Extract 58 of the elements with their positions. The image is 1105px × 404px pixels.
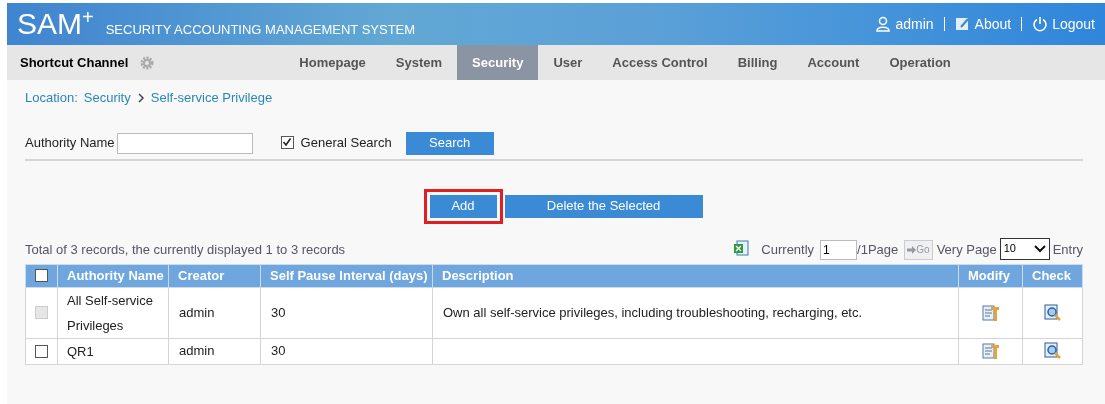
checkbox[interactable] xyxy=(280,135,294,149)
search-button[interactable]: Search xyxy=(405,131,494,155)
checkbox[interactable] xyxy=(35,269,48,282)
table-cell: admin xyxy=(168,287,261,338)
gear-icon[interactable] xyxy=(140,55,155,70)
column-header: Description xyxy=(432,264,959,287)
spreadsheet-icon[interactable] xyxy=(733,239,750,256)
per-page-label: Very Page xyxy=(936,241,997,259)
column-header: Authority Name xyxy=(57,264,169,287)
currently-label: Currently xyxy=(761,241,815,259)
magnifier-document-icon[interactable] xyxy=(1043,342,1062,360)
nav-tab[interactable]: Billing xyxy=(722,45,793,80)
table-cell: Own all self-service privileges, including troubleshooting, recharging, etc. xyxy=(432,287,959,338)
chevron-icon xyxy=(136,92,145,103)
nav-tab[interactable]: Access Control xyxy=(597,45,723,80)
field-label: Authority Name xyxy=(25,134,115,153)
power-icon xyxy=(1032,16,1049,32)
nav-tab[interactable]: Operation xyxy=(874,45,966,80)
user-icon xyxy=(875,16,892,32)
records-summary: Total of 3 records, the currently displayed 1 to 3 records xyxy=(25,241,346,259)
nav-tab[interactable]: Account xyxy=(792,45,875,80)
entry-label: Entry xyxy=(1052,241,1083,259)
magnifier-document-icon[interactable] xyxy=(1043,303,1062,322)
chevron-down-icon xyxy=(1033,244,1046,253)
page-field[interactable]: 1 xyxy=(820,239,858,260)
breadcrumb-link[interactable]: Security xyxy=(83,88,131,108)
table-cell: 30 xyxy=(260,338,433,364)
nav-tab[interactable]: System xyxy=(380,45,458,80)
system-name: SECURITY ACCOUNTING MANAGEMENT SYSTEM xyxy=(105,21,416,40)
nav-tab[interactable]: Homepage xyxy=(284,45,381,80)
per-page-select[interactable]: 10 xyxy=(999,237,1050,260)
authority-name-field[interactable] xyxy=(116,132,253,154)
checkbox-label: General Search xyxy=(300,134,392,153)
table-cell: admin xyxy=(168,338,261,364)
table-cell: QR1 xyxy=(57,338,169,364)
table-cell: 30 xyxy=(260,287,433,338)
user-link[interactable]: admin xyxy=(895,13,934,35)
page-count: /1Page xyxy=(857,241,899,259)
edit-document-icon[interactable] xyxy=(981,303,1000,322)
column-header: Check xyxy=(1022,264,1083,287)
column-header: Modify xyxy=(958,264,1023,287)
about-link[interactable]: About xyxy=(974,13,1012,35)
arrow-icon xyxy=(907,245,917,254)
action-button[interactable]: Add xyxy=(429,194,497,218)
breadcrumb-link[interactable]: Self-service Privilege xyxy=(150,88,273,108)
shortcut-channel[interactable]: Shortcut Channel xyxy=(20,52,129,73)
checkbox[interactable] xyxy=(35,344,48,358)
column-header: Self Pause Interval (days) xyxy=(260,264,433,287)
edit-document-icon[interactable] xyxy=(981,342,1000,360)
nav-tab[interactable]: Security xyxy=(457,45,539,80)
edit-icon xyxy=(954,16,971,32)
logout-link[interactable]: Logout xyxy=(1052,13,1095,35)
action-button[interactable]: Delete the Selected xyxy=(504,194,703,218)
breadcrumb-label: Location: xyxy=(25,89,78,107)
column-header: Creator xyxy=(168,264,261,287)
nav-tab[interactable]: User xyxy=(538,45,598,80)
table-cell: All Self-service Privileges xyxy=(57,287,169,338)
logo: SAM$^{+}$ xyxy=(17,9,94,39)
